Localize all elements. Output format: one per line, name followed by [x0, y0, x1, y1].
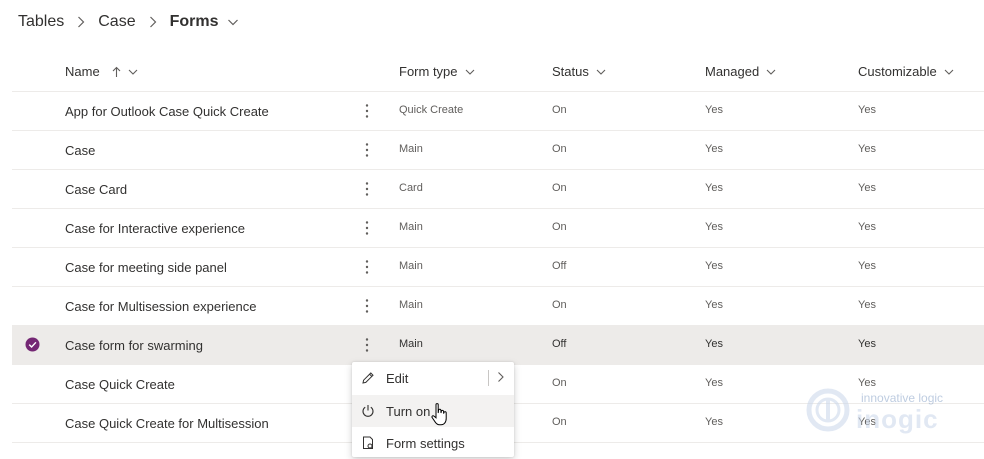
row-form-type: Quick Create	[399, 104, 464, 116]
column-header-customizable[interactable]: Customizable	[858, 64, 955, 79]
row-customizable: Yes	[858, 338, 876, 350]
row-customizable: Yes	[858, 260, 876, 272]
sort-ascending-icon	[106, 66, 121, 78]
column-header-status[interactable]: Status	[552, 64, 607, 79]
breadcrumb: Tables Case Forms	[18, 10, 239, 34]
row-customizable: Yes	[858, 299, 876, 311]
chevron-down-icon	[759, 66, 777, 78]
hand-cursor-icon	[431, 403, 447, 426]
row-form-type: Main	[399, 260, 423, 272]
column-header-form-type[interactable]: Form type	[399, 64, 476, 79]
row-managed: Yes	[705, 260, 723, 272]
grid-header: Name Form type Status Managed Customizab…	[12, 52, 984, 92]
more-vertical-icon[interactable]	[360, 257, 374, 277]
row-form-type: Main	[399, 143, 423, 155]
chevron-down-icon	[458, 66, 476, 78]
more-vertical-icon[interactable]	[360, 296, 374, 316]
chevron-right-icon[interactable]	[497, 371, 505, 386]
row-status: On	[552, 299, 567, 311]
breadcrumb-current: Forms	[169, 13, 219, 30]
row-name[interactable]: Case form for swarming	[65, 338, 203, 353]
row-name[interactable]: Case Card	[65, 182, 127, 197]
chevron-down-icon[interactable]	[227, 16, 239, 28]
row-status: On	[552, 143, 567, 155]
table-row[interactable]: Case for Interactive experience Main On Yes…	[12, 209, 984, 248]
row-managed: Yes	[705, 377, 723, 389]
row-name[interactable]: Case Quick Create for Multisession	[65, 416, 269, 431]
menu-item-edit[interactable]: Edit	[352, 362, 514, 394]
column-header-managed[interactable]: Managed	[705, 64, 777, 79]
power-icon	[360, 403, 376, 419]
watermark: innovative logic inogic	[806, 388, 976, 438]
chevron-down-icon	[589, 66, 607, 78]
table-row[interactable]: Case Card Card On Yes Yes	[12, 170, 984, 209]
row-status: On	[552, 377, 567, 389]
row-managed: Yes	[705, 221, 723, 233]
breadcrumb-case[interactable]: Case	[98, 13, 135, 31]
row-managed: Yes	[705, 416, 723, 428]
row-customizable: Yes	[858, 182, 876, 194]
table-row[interactable]: Case Main On Yes Yes	[12, 131, 984, 170]
split-divider	[488, 370, 489, 386]
more-vertical-icon[interactable]	[360, 101, 374, 121]
row-form-type: Main	[399, 221, 423, 233]
row-name[interactable]: Case for Multisession experience	[65, 299, 256, 314]
watermark-brand: inogic	[856, 404, 939, 434]
row-managed: Yes	[705, 104, 723, 116]
more-vertical-icon[interactable]	[360, 335, 374, 355]
row-status: Off	[552, 260, 567, 272]
form-settings-icon	[360, 435, 376, 451]
logo-mark-icon	[806, 388, 850, 432]
row-name[interactable]: App for Outlook Case Quick Create	[65, 104, 269, 119]
table-row[interactable]: Case for Multisession experience Main On Ye…	[12, 287, 984, 326]
table-row[interactable]: Case for meeting side panel Main Off Yes Yes	[12, 248, 984, 287]
row-status: Off	[552, 338, 567, 350]
row-status: On	[552, 104, 567, 116]
row-managed: Yes	[705, 182, 723, 194]
row-name[interactable]: Case	[65, 143, 95, 158]
more-vertical-icon[interactable]	[360, 218, 374, 238]
row-customizable: Yes	[858, 143, 876, 155]
chevron-down-icon	[937, 66, 955, 78]
row-name[interactable]: Case for Interactive experience	[65, 221, 245, 236]
row-form-type: Main	[399, 338, 423, 350]
table-row[interactable]: Case form for swarming Main Off Yes Yes	[12, 326, 984, 365]
chevron-down-icon	[121, 66, 139, 78]
row-managed: Yes	[705, 299, 723, 311]
row-selected-check-icon[interactable]	[25, 337, 40, 352]
row-status: On	[552, 182, 567, 194]
column-header-name[interactable]: Name	[65, 64, 139, 79]
table-row[interactable]: App for Outlook Case Quick Create Quick C…	[12, 92, 984, 131]
row-name[interactable]: Case for meeting side panel	[65, 260, 227, 275]
breadcrumb-tables[interactable]: Tables	[18, 13, 64, 31]
row-form-type: Card	[399, 182, 423, 194]
row-managed: Yes	[705, 338, 723, 350]
row-status: On	[552, 221, 567, 233]
chevron-right-icon	[146, 15, 160, 29]
menu-item-form-settings[interactable]: Form settings	[352, 427, 514, 459]
row-name[interactable]: Case Quick Create	[65, 377, 175, 392]
row-managed: Yes	[705, 143, 723, 155]
row-customizable: Yes	[858, 104, 876, 116]
row-status: On	[552, 416, 567, 428]
more-vertical-icon[interactable]	[360, 140, 374, 160]
chevron-right-icon	[74, 15, 88, 29]
watermark-tagline: innovative logic	[861, 391, 944, 405]
more-vertical-icon[interactable]	[360, 179, 374, 199]
row-customizable: Yes	[858, 221, 876, 233]
edit-pencil-icon	[360, 370, 376, 386]
row-form-type: Main	[399, 299, 423, 311]
